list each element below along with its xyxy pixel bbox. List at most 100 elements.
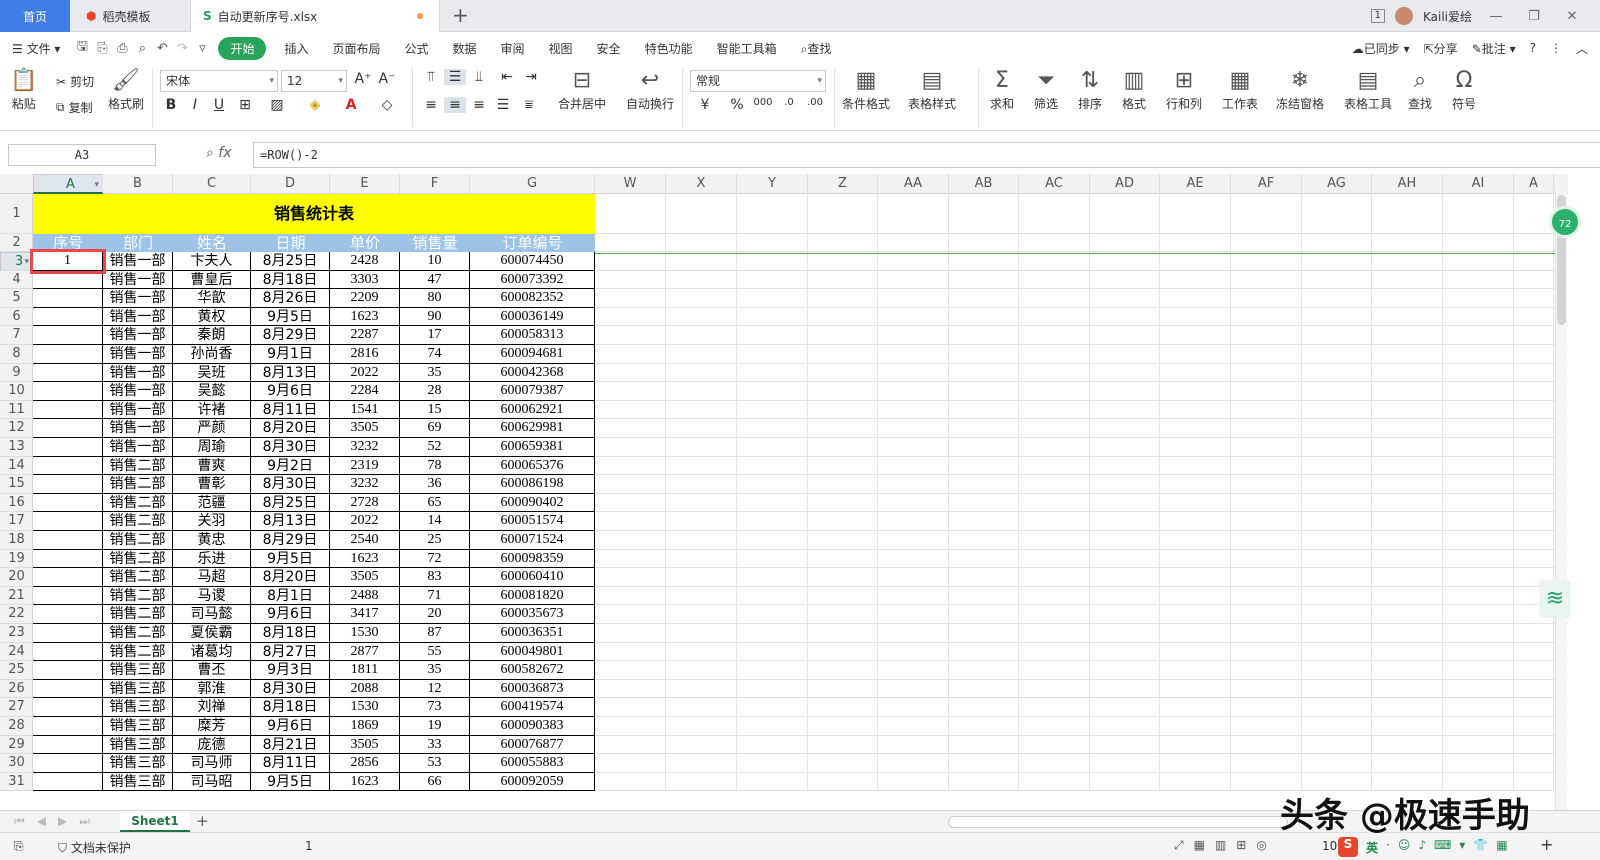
column-header-af[interactable]: AF	[1231, 174, 1302, 194]
table-cell[interactable]: 销售三部	[103, 735, 173, 755]
table-cell[interactable]: 8月29日	[251, 326, 330, 345]
column-header-ag[interactable]: AG	[1302, 174, 1372, 194]
row-header-15[interactable]: 15	[0, 475, 33, 494]
table-cell[interactable]: 600058313	[470, 326, 595, 345]
preview-icon[interactable]: ⌕	[132, 41, 152, 56]
table-cell[interactable]: 销售三部	[103, 717, 173, 736]
table-cell[interactable]: 2319	[330, 456, 400, 476]
menu-formula[interactable]: 公式	[392, 40, 440, 57]
new-tab-button[interactable]: +	[452, 3, 469, 27]
row-header-31[interactable]: 31	[0, 773, 33, 792]
add-sheet-icon[interactable]: +	[196, 812, 209, 830]
table-cell[interactable]: 曹丕	[173, 661, 251, 680]
table-cell[interactable]: 1530	[330, 624, 400, 643]
table-cell[interactable]: 600081820	[470, 586, 595, 606]
wrap-text-button[interactable]: ↩ 自动换行	[626, 67, 674, 112]
table-cell[interactable]: 2284	[330, 382, 400, 401]
table-cell[interactable]: 销售二部	[103, 624, 173, 643]
table-header-cell[interactable]: 单价	[330, 234, 400, 252]
italic-icon[interactable]: I	[184, 97, 206, 113]
table-cell[interactable]: 600092059	[470, 772, 595, 792]
table-cell[interactable]	[33, 772, 103, 792]
export-icon[interactable]: ⎘	[92, 41, 112, 56]
font-size-select[interactable]: 12	[281, 70, 347, 92]
menu-data[interactable]: 数据	[441, 40, 489, 57]
filter-button[interactable]: ⏷ 筛选	[1034, 67, 1058, 112]
table-cell[interactable]: 72	[400, 549, 470, 569]
table-cell[interactable]: 600094681	[470, 345, 595, 364]
table-cell[interactable]: 3417	[330, 605, 400, 624]
table-cell[interactable]: 吴懿	[173, 382, 251, 401]
view-mode-icons[interactable]: ⤢▦▥⊞◎	[1174, 838, 1277, 853]
table-cell[interactable]: 71	[400, 586, 470, 606]
table-cell[interactable]: 曹爽	[173, 456, 251, 476]
table-cell[interactable]: 周瑜	[173, 438, 251, 457]
table-cell[interactable]: 9月6日	[251, 382, 330, 401]
table-cell[interactable]: 3505	[330, 568, 400, 587]
table-cell[interactable]: 销售二部	[103, 531, 173, 550]
table-cell[interactable]: 销售一部	[103, 438, 173, 457]
redo-icon[interactable]: ↷	[172, 41, 192, 56]
table-cell[interactable]: 8月18日	[251, 624, 330, 643]
table-cell[interactable]: 600082352	[470, 289, 595, 308]
more-icon[interactable]: ⋮	[1550, 41, 1562, 55]
table-cell[interactable]: 83	[400, 568, 470, 587]
customize-icon[interactable]: ▿	[192, 41, 212, 56]
table-cell[interactable]	[33, 605, 103, 624]
table-cell[interactable]: 销售二部	[103, 642, 173, 662]
row-header-26[interactable]: 26	[0, 680, 33, 699]
sort-button[interactable]: ⇅ 排序	[1078, 67, 1102, 112]
column-header-z[interactable]: Z	[808, 174, 878, 194]
table-cell[interactable]: 15	[400, 400, 470, 420]
table-cell[interactable]: 马谡	[173, 586, 251, 606]
table-cell[interactable]: 2816	[330, 345, 400, 364]
table-cell[interactable]	[33, 307, 103, 327]
table-cell[interactable]: 2856	[330, 754, 400, 773]
row-header-16[interactable]: 16	[0, 494, 33, 513]
table-cell[interactable]: 9月5日	[251, 307, 330, 327]
table-cell[interactable]: 2022	[330, 363, 400, 383]
row-header-20[interactable]: 20	[0, 568, 33, 587]
column-header-a[interactable]: A	[1514, 174, 1554, 194]
column-header-ah[interactable]: AH	[1372, 174, 1443, 194]
protect-status[interactable]: ⛉ 文档未保护	[58, 839, 131, 856]
table-cell[interactable]	[33, 493, 103, 513]
menu-features[interactable]: 特色功能	[633, 40, 705, 57]
menu-security[interactable]: 安全	[585, 40, 633, 57]
table-cell[interactable]	[33, 624, 103, 643]
justify-icon[interactable]: ☰	[492, 97, 514, 113]
table-cell[interactable]: 2540	[330, 531, 400, 550]
menu-review[interactable]: 审阅	[489, 40, 537, 57]
table-cell[interactable]: 9月5日	[251, 549, 330, 569]
table-header-cell[interactable]: 部门	[103, 234, 173, 252]
menu-smart-tools[interactable]: 智能工具箱	[705, 40, 789, 57]
copy-button[interactable]: ⧉ 复制	[56, 99, 93, 116]
help-icon[interactable]: ?	[1530, 41, 1536, 55]
table-cell[interactable]: 600074450	[470, 252, 595, 271]
row-header-8[interactable]: 8	[0, 345, 33, 364]
table-cell[interactable]: 8月26日	[251, 289, 330, 308]
table-tools-button[interactable]: ▤ 表格工具	[1344, 67, 1392, 112]
table-cell[interactable]: 销售二部	[103, 586, 173, 606]
row-header-25[interactable]: 25	[0, 661, 33, 680]
table-cell[interactable]: 8月29日	[251, 531, 330, 550]
status-doc-icon[interactable]: ⎘	[14, 839, 24, 854]
menu-page-layout[interactable]: 页面布局	[320, 40, 392, 57]
table-cell[interactable]: 8月25日	[251, 252, 330, 271]
table-cell[interactable]	[33, 475, 103, 494]
fill-color-icon[interactable]: ◈	[304, 97, 326, 113]
column-header-b[interactable]: B	[103, 174, 173, 194]
table-cell[interactable]	[33, 531, 103, 550]
table-cell[interactable]: 2877	[330, 642, 400, 662]
align-middle-icon[interactable]: ☰	[444, 69, 466, 85]
column-header-d[interactable]: D	[251, 174, 330, 194]
merge-center-button[interactable]: ⊟ 合并居中	[558, 67, 606, 112]
table-cell[interactable]: 销售二部	[103, 475, 173, 494]
table-cell[interactable]	[33, 661, 103, 680]
collapse-ribbon-icon[interactable]: ︿	[1576, 40, 1588, 57]
table-cell[interactable]	[33, 568, 103, 587]
indent-decrease-icon[interactable]: ⇤	[496, 69, 518, 85]
column-header-ai[interactable]: AI	[1443, 174, 1514, 194]
table-cell[interactable]: 8月18日	[251, 698, 330, 717]
column-header-x[interactable]: X	[666, 174, 737, 194]
